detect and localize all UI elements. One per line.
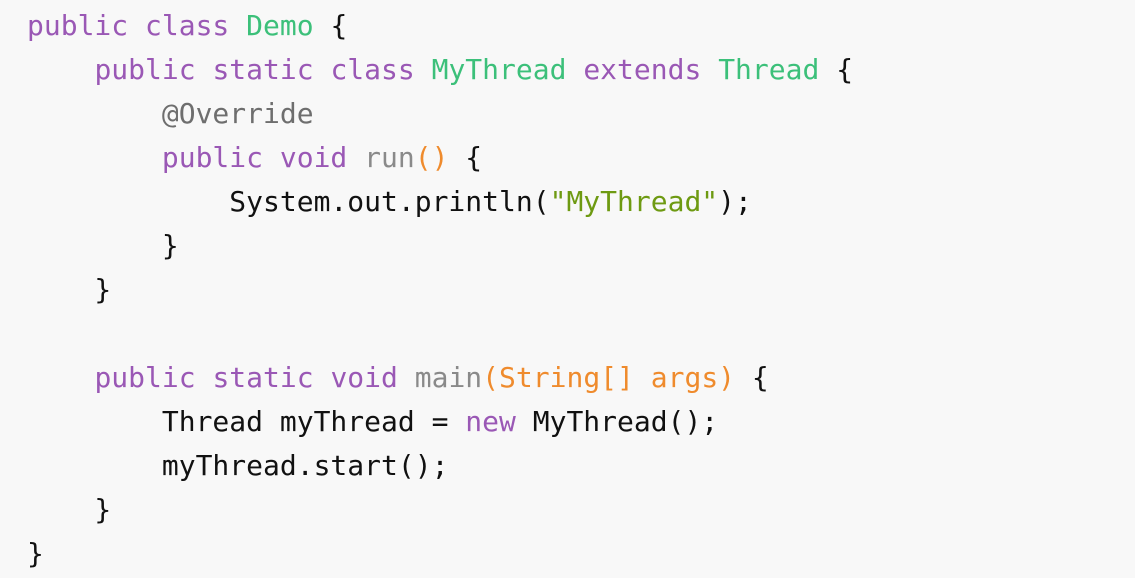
- code-line: public void run() {: [27, 136, 853, 180]
- code-token: public void: [161, 141, 365, 174]
- code-token: "MyThread": [549, 185, 719, 218]
- code-token: {: [313, 9, 348, 42]
- code-token: Thread myThread =: [27, 405, 466, 438]
- code-line: public class Demo {: [27, 4, 853, 48]
- code-token: (): [414, 141, 449, 174]
- code-token: new: [465, 405, 516, 438]
- code-line: public static void main(String[] args) {: [27, 356, 853, 400]
- code-token: }: [27, 229, 179, 262]
- code-token: MyThread();: [515, 405, 719, 438]
- code-token: {: [448, 141, 483, 174]
- code-token: myThread.start();: [27, 449, 449, 482]
- code-token: {: [735, 361, 769, 394]
- code-token: extends: [583, 53, 702, 86]
- code-line: }: [27, 224, 853, 268]
- code-token: run: [364, 141, 415, 174]
- code-token: Thread: [718, 53, 820, 86]
- code-line: }: [27, 268, 853, 312]
- code-token: @Override: [161, 97, 314, 130]
- code-token: );: [718, 185, 752, 218]
- code-line: Thread myThread = new MyThread();: [27, 400, 853, 444]
- code-token: MyThread: [431, 53, 567, 86]
- code-token: }: [27, 493, 112, 526]
- code-block: public class Demo { public static class …: [27, 4, 853, 576]
- code-token: Demo: [246, 9, 314, 42]
- code-line: public static class MyThread extends Thr…: [27, 48, 853, 92]
- code-line: myThread.start();: [27, 444, 853, 488]
- code-line: }: [27, 532, 853, 576]
- code-line: }: [27, 488, 853, 532]
- code-token: System.out.println(: [27, 185, 550, 218]
- code-token: {: [819, 53, 854, 86]
- code-token: public class: [27, 9, 247, 42]
- code-line: System.out.println("MyThread");: [27, 180, 853, 224]
- code-token: public static class: [94, 53, 432, 86]
- code-line: @Override: [27, 92, 853, 136]
- code-token: (String[] args): [482, 361, 736, 394]
- code-token: main: [414, 361, 483, 394]
- code-token: }: [27, 273, 112, 306]
- code-token: }: [27, 537, 44, 570]
- code-token: public static void: [94, 361, 415, 394]
